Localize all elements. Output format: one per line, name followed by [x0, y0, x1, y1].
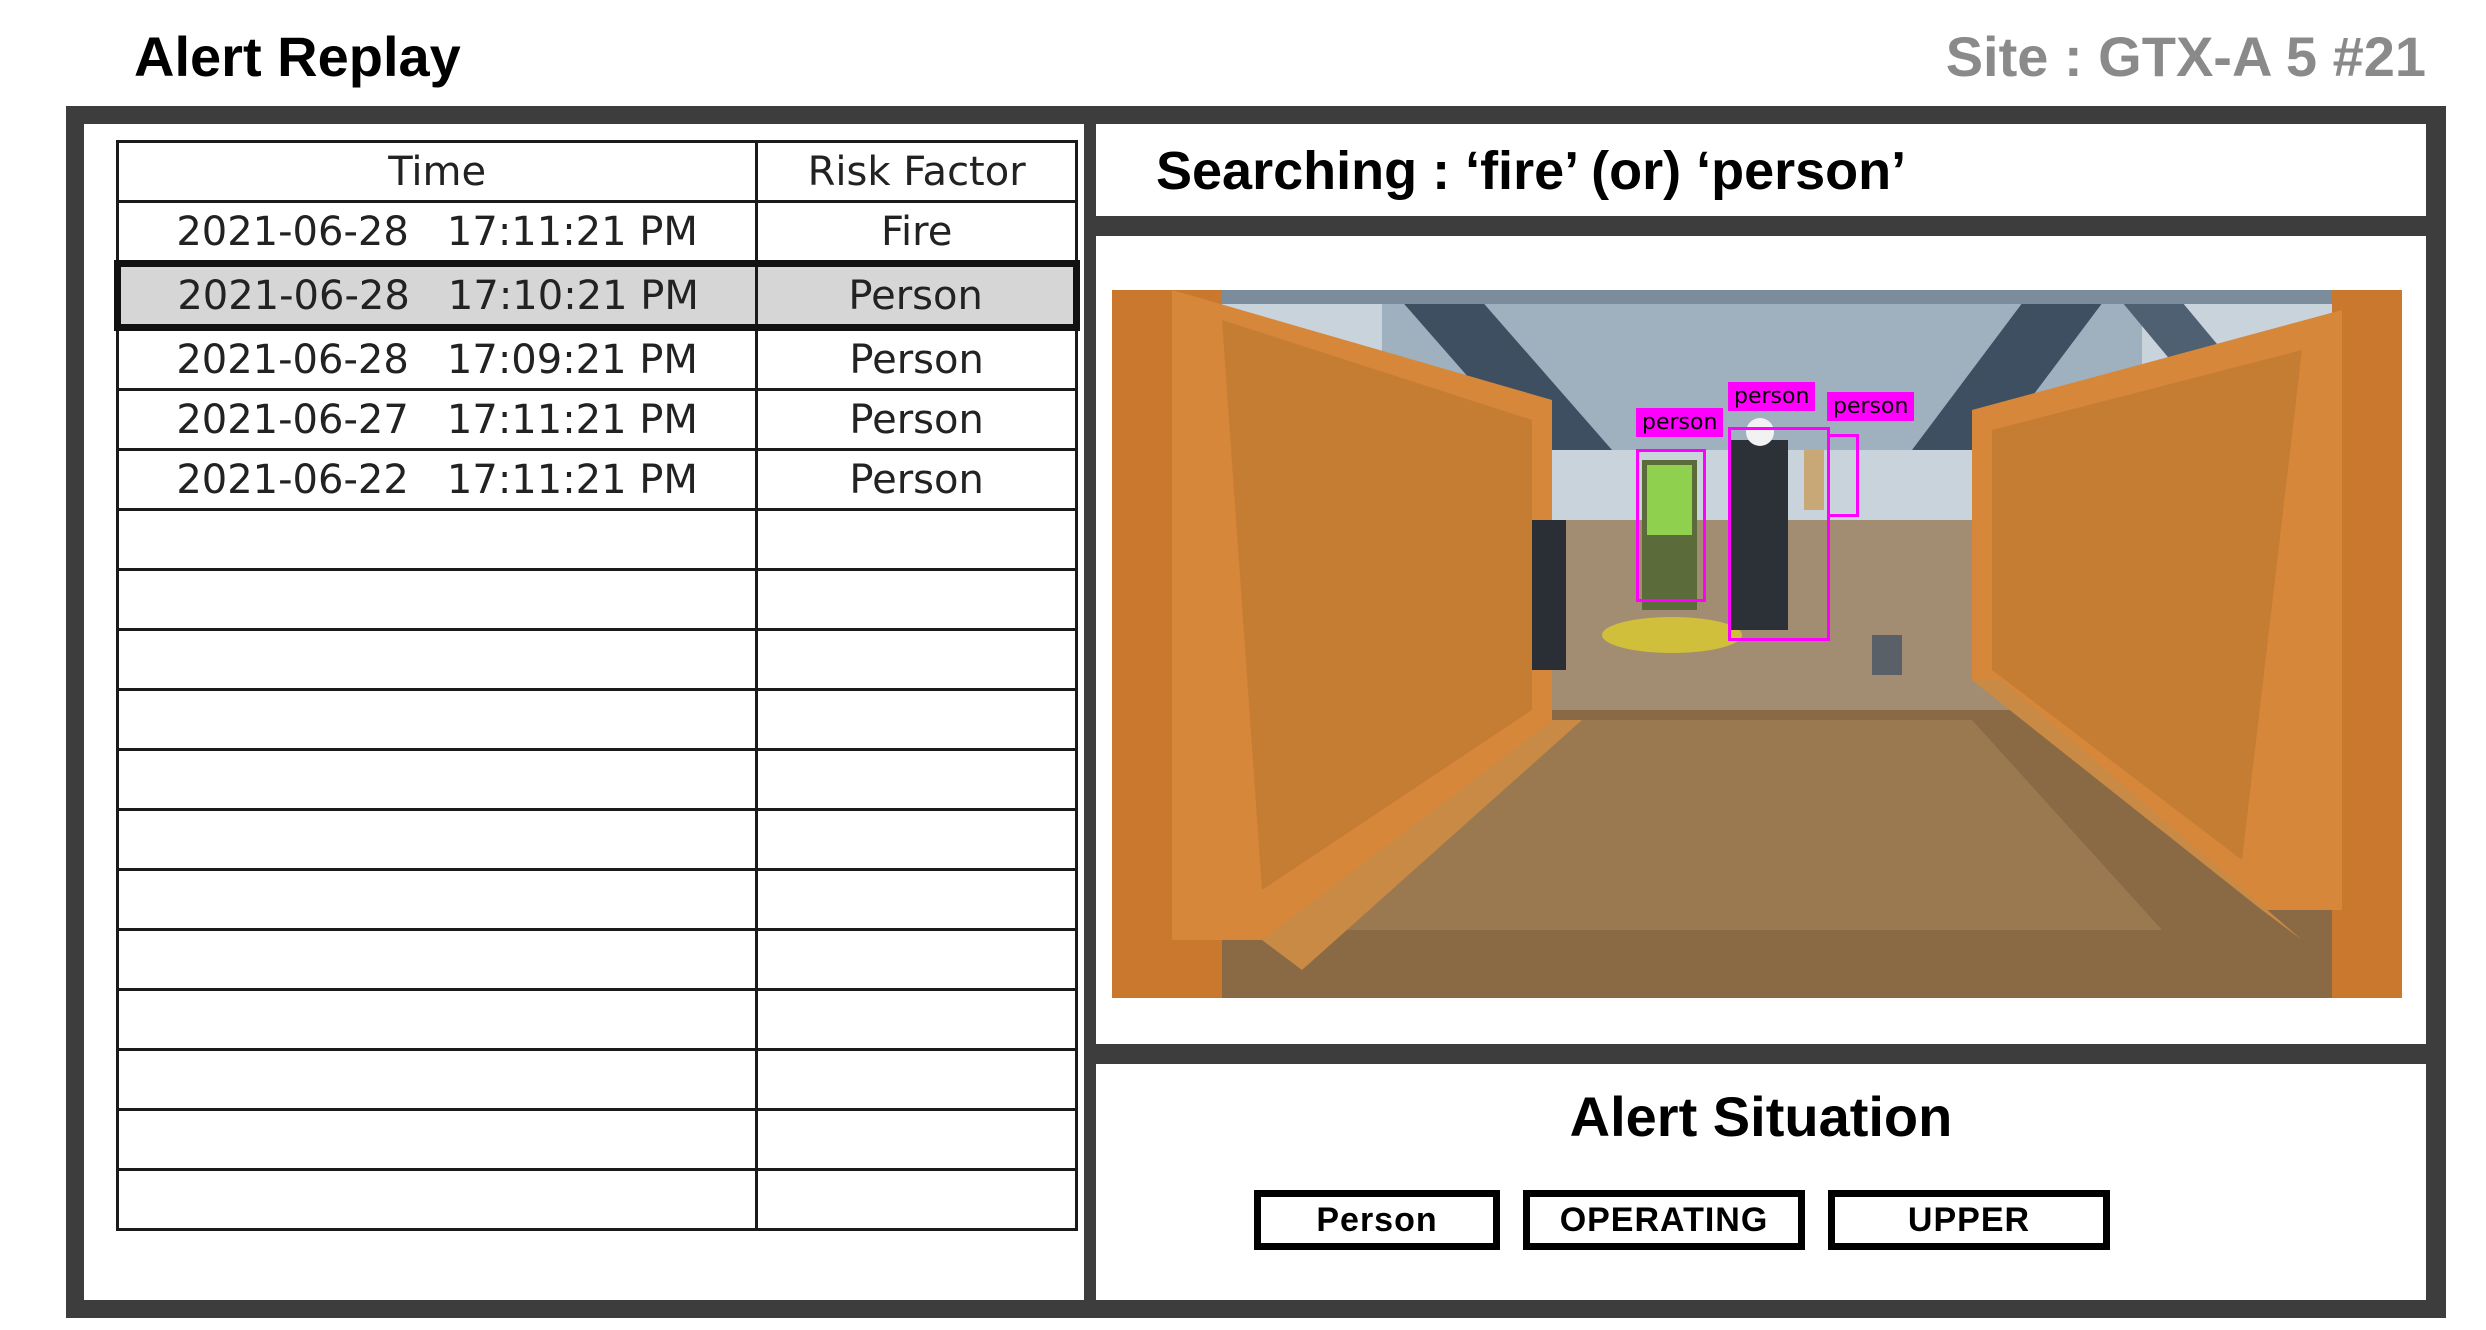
- alert-table: Time Risk Factor 2021-06-28 17:11:21 PM F…: [113, 140, 1080, 1231]
- detection-label: person: [1728, 382, 1816, 411]
- detection-box: [1636, 449, 1706, 602]
- cell-risk-factor: [755, 1108, 1078, 1171]
- cell-risk-factor: Person: [755, 448, 1078, 511]
- cell-risk-factor: [755, 1048, 1078, 1111]
- replay-image-panel: person person person: [1096, 236, 2426, 1044]
- cell-time: 2021-06-22 17:11:21 PM: [115, 448, 759, 511]
- table-row[interactable]: 2021-06-27 17:11:21 PM Person: [115, 388, 1078, 451]
- cell-risk-factor: [755, 748, 1078, 811]
- cell-risk-factor: [755, 1168, 1078, 1231]
- situation-chip-operating: OPERATING: [1523, 1190, 1805, 1250]
- table-row[interactable]: [115, 1108, 1078, 1171]
- search-query-text: Searching : ‘fire’ (or) ‘person’: [1156, 141, 1907, 201]
- cell-time: [115, 1048, 759, 1111]
- table-row[interactable]: 2021-06-28 17:11:21 PM Fire: [115, 200, 1078, 265]
- table-row[interactable]: 2021-06-22 17:11:21 PM Person: [115, 448, 1078, 511]
- alert-list-panel: Time Risk Factor 2021-06-28 17:11:21 PM F…: [84, 124, 1084, 1300]
- cell-time: [115, 508, 759, 571]
- table-row[interactable]: [115, 688, 1078, 751]
- search-panel: Searching : ‘fire’ (or) ‘person’: [1096, 124, 2426, 216]
- cell-risk-factor: [755, 568, 1078, 631]
- cell-time: 2021-06-28 17:09:21 PM: [115, 326, 759, 391]
- cell-risk-factor: [755, 928, 1078, 991]
- table-row[interactable]: [115, 568, 1078, 631]
- detection-label: person: [1636, 408, 1724, 437]
- cell-time: [115, 628, 759, 691]
- table-row[interactable]: [115, 628, 1078, 691]
- cell-time: [115, 868, 759, 931]
- cell-risk-factor: Person: [755, 326, 1078, 391]
- cell-risk-factor: [755, 988, 1078, 1051]
- cell-risk-factor: [755, 688, 1078, 751]
- situation-chip-person: Person: [1254, 1190, 1500, 1250]
- main-frame: Time Risk Factor 2021-06-28 17:11:21 PM F…: [66, 106, 2446, 1318]
- cell-risk-factor: Fire: [755, 200, 1078, 265]
- detection-box: [1827, 434, 1859, 517]
- cell-time: 2021-06-28 17:11:21 PM: [115, 200, 759, 265]
- cell-time: [115, 748, 759, 811]
- cell-risk-factor: [755, 868, 1078, 931]
- table-row[interactable]: [115, 1168, 1078, 1231]
- cell-time: [115, 988, 759, 1051]
- situation-chip-upper: UPPER: [1828, 1190, 2110, 1250]
- detection-label: person: [1827, 392, 1915, 421]
- column-header-risk-factor[interactable]: Risk Factor: [755, 140, 1078, 203]
- cell-risk-factor: [755, 808, 1078, 871]
- cell-time: [115, 1108, 759, 1171]
- table-row[interactable]: [115, 988, 1078, 1051]
- table-row[interactable]: [115, 748, 1078, 811]
- table-row[interactable]: 2021-06-28 17:09:21 PM Person: [115, 326, 1078, 391]
- cell-time: 2021-06-27 17:11:21 PM: [115, 388, 759, 451]
- cell-risk-factor: [755, 628, 1078, 691]
- table-header-row: Time Risk Factor: [115, 140, 1078, 203]
- alert-situation-title: Alert Situation: [1569, 1085, 1953, 1148]
- replay-frame-image[interactable]: person person person: [1112, 290, 2402, 998]
- page-title: Alert Replay: [134, 25, 461, 88]
- column-header-time[interactable]: Time: [115, 140, 759, 203]
- cell-time: [115, 1168, 759, 1231]
- cell-time: [115, 928, 759, 991]
- table-row[interactable]: [115, 808, 1078, 871]
- cell-time: [115, 568, 759, 631]
- cell-risk-factor: Person: [755, 388, 1078, 451]
- cell-risk-factor: Person: [755, 260, 1080, 331]
- cell-time: [115, 808, 759, 871]
- cell-time: [115, 688, 759, 751]
- detection-box: [1728, 427, 1830, 641]
- table-row[interactable]: [115, 868, 1078, 931]
- alert-situation-panel: Alert Situation Person OPERATING UPPER: [1096, 1064, 2426, 1300]
- table-row[interactable]: [115, 508, 1078, 571]
- cell-time: 2021-06-28 17:10:21 PM: [113, 260, 759, 331]
- table-row[interactable]: [115, 1048, 1078, 1111]
- cell-risk-factor: [755, 508, 1078, 571]
- site-label: Site : GTX-A 5 #21: [1945, 25, 2426, 88]
- table-row[interactable]: 2021-06-28 17:10:21 PM Person: [113, 260, 1080, 331]
- table-row[interactable]: [115, 928, 1078, 991]
